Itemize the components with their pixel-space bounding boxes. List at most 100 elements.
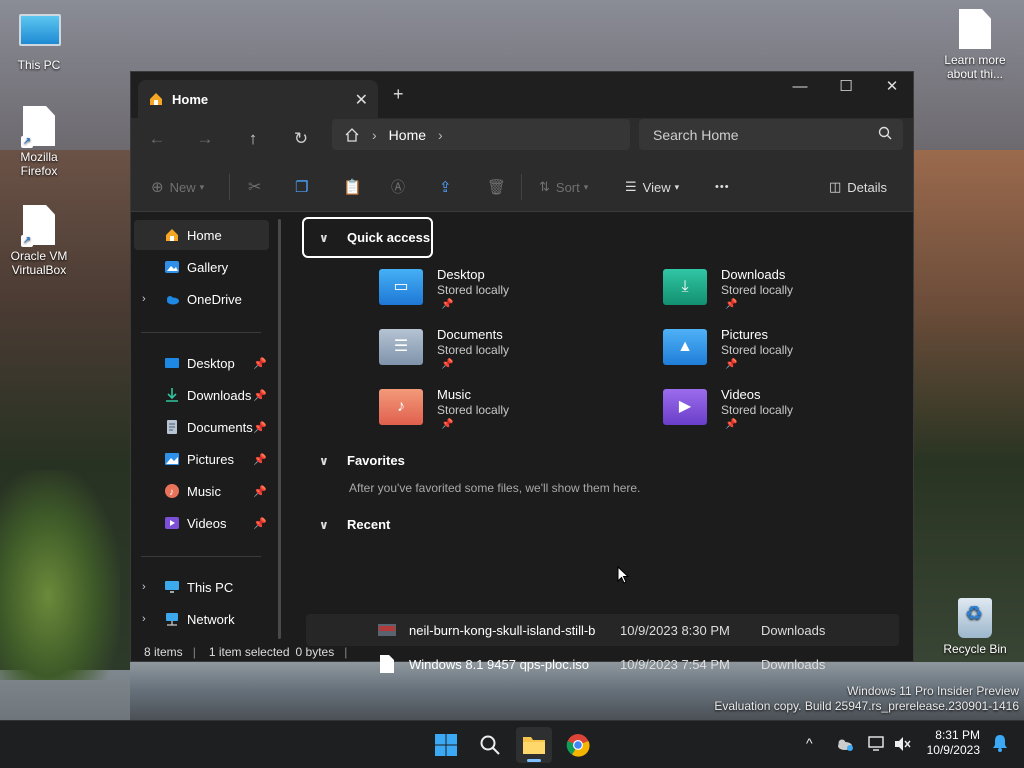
volume-muted-icon[interactable] <box>894 736 912 752</box>
item-count: 8 items <box>144 645 183 659</box>
favorites-header[interactable]: ∨ Favorites <box>319 453 405 468</box>
folder-status: Stored locally <box>437 343 510 357</box>
up-button[interactable]: ↑ <box>239 126 267 152</box>
file-explorer-taskbar-button[interactable] <box>516 727 552 763</box>
quick-access-item-pictures[interactable]: ▲ Pictures Stored locally 📌 <box>663 327 923 383</box>
breadcrumb-home[interactable]: Home <box>389 127 426 143</box>
chevron-down-icon: ▾ <box>199 181 205 192</box>
sidebar-item-home[interactable]: Home <box>134 220 269 250</box>
pin-icon: 📌 <box>253 485 267 498</box>
copy-icon: ❐ <box>295 179 309 196</box>
monitor-icon <box>165 581 179 593</box>
new-tab-button[interactable]: + <box>393 84 404 105</box>
maximize-button[interactable]: ☐ <box>823 72 869 102</box>
sidebar-item-downloads[interactable]: Downloads 📌 <box>134 380 269 410</box>
download-icon <box>166 388 178 402</box>
delete-button[interactable]: 🗑 <box>487 176 506 198</box>
quick-access-header[interactable]: ∨ Quick access <box>319 230 430 245</box>
copy-button[interactable]: ❐ <box>295 176 308 198</box>
windows-logo-icon <box>435 734 457 756</box>
sort-button[interactable]: ⇅ Sort ▾ <box>539 176 588 198</box>
pin-icon: 📌 <box>725 359 738 370</box>
search-input[interactable]: Search Home <box>639 119 903 150</box>
close-window-button[interactable]: ✕ <box>869 72 915 102</box>
chevron-down-icon: ▾ <box>674 181 680 192</box>
refresh-button[interactable]: ↻ <box>287 126 315 152</box>
desktop-icon-virtualbox[interactable]: ↗ Oracle VM VirtualBox <box>4 205 74 277</box>
tab-home[interactable]: Home ✕ <box>138 80 378 118</box>
more-options-button[interactable]: ••• <box>715 176 730 198</box>
status-separator: | <box>192 645 196 659</box>
music-folder-icon: ♪ <box>379 389 423 425</box>
back-button[interactable]: ← <box>143 126 171 152</box>
close-tab-icon[interactable]: ✕ <box>355 90 368 110</box>
expand-chevron-icon[interactable]: › <box>142 581 146 593</box>
rename-button[interactable]: Ⓐ <box>391 176 405 198</box>
quick-access-item-documents[interactable]: ☰ Documents Stored locally 📌 <box>379 327 639 383</box>
cut-button[interactable]: ✂ <box>248 176 261 198</box>
share-button[interactable]: ⇪ <box>439 176 452 198</box>
desktop-icon-this-pc[interactable]: This PC <box>4 10 74 72</box>
chevron-down-icon: ▾ <box>583 181 589 192</box>
recent-header[interactable]: ∨ Recent <box>319 517 390 532</box>
pin-icon: 📌 <box>725 419 738 430</box>
start-button[interactable] <box>428 727 464 763</box>
folder-status: Stored locally <box>721 403 794 417</box>
clock-date: 10/9/2023 <box>926 743 980 757</box>
view-list-icon: ☰ <box>625 179 637 194</box>
folder-status: Stored locally <box>721 283 794 297</box>
new-button[interactable]: ⊕ New ▾ <box>151 176 204 198</box>
selection-size: 0 bytes <box>295 645 335 659</box>
expand-chevron-icon[interactable]: › <box>142 293 146 305</box>
sidebar-item-this-pc[interactable]: › This PC <box>134 572 269 602</box>
watermark-line: Evaluation copy. Build 25947.rs_prerelea… <box>714 699 1019 713</box>
gallery-icon <box>165 261 179 273</box>
pin-icon: 📌 <box>253 389 267 402</box>
music-icon: ♪ <box>165 484 179 498</box>
quick-access-item-downloads[interactable]: ⤓ Downloads Stored locally 📌 <box>663 267 923 323</box>
sidebar-item-network[interactable]: › Network <box>134 604 269 634</box>
desktop-icon-label: Learn more about thi... <box>944 53 1006 81</box>
desktop-icon-label: This PC <box>17 58 61 72</box>
tab-label: Home <box>172 91 209 107</box>
network-status-icon[interactable] <box>868 736 886 752</box>
sidebar-item-music[interactable]: ♪ Music 📌 <box>134 476 269 506</box>
sidebar-item-videos[interactable]: Videos 📌 <box>134 508 269 538</box>
desktop-folder-icon <box>165 358 179 368</box>
search-taskbar-button[interactable] <box>472 727 508 763</box>
chrome-taskbar-button[interactable] <box>560 727 596 763</box>
onedrive-status-icon[interactable] <box>836 736 854 752</box>
details-button[interactable]: ◫ Details <box>829 176 887 198</box>
file-icon <box>955 9 995 49</box>
sidebar-item-gallery[interactable]: Gallery <box>134 252 269 282</box>
desktop-folder-icon: ▭ <box>379 269 423 305</box>
desktop-icon-learn-more[interactable]: Learn more about thi... <box>940 9 1010 81</box>
svg-text:♪: ♪ <box>169 487 174 498</box>
view-button[interactable]: ☰ View ▾ <box>625 176 679 198</box>
navigation-pane: Home Gallery › OneDrive Desktop 📌 Downlo… <box>131 213 291 643</box>
sidebar-item-onedrive[interactable]: › OneDrive <box>134 284 269 314</box>
chrome-icon <box>566 734 590 757</box>
quick-access-item-videos[interactable]: ▶ Videos Stored locally 📌 <box>663 387 923 443</box>
pin-icon: 📌 <box>253 517 267 530</box>
breadcrumb-separator[interactable]: › <box>438 127 443 143</box>
paste-button[interactable]: 📋 <box>343 176 362 198</box>
notification-bell-icon[interactable] <box>992 734 1008 752</box>
minimize-button[interactable]: — <box>777 72 823 102</box>
address-bar[interactable]: › Home › <box>332 119 630 150</box>
quick-access-item-music[interactable]: ♪ Music Stored locally 📌 <box>379 387 639 443</box>
desktop-icon-recycle-bin[interactable]: Recycle Bin <box>940 598 1010 656</box>
sidebar-item-pictures[interactable]: Pictures 📌 <box>134 444 269 474</box>
desktop-icon-firefox[interactable]: ↗ Mozilla Firefox <box>4 106 74 178</box>
pin-icon: 📌 <box>253 421 267 434</box>
search-icon <box>878 126 892 140</box>
forward-button[interactable]: → <box>191 126 219 152</box>
quick-access-item-desktop[interactable]: ▭ Desktop Stored locally 📌 <box>379 267 639 323</box>
show-hidden-icons-button[interactable]: ^ <box>806 735 813 751</box>
sidebar-scrollbar[interactable] <box>278 219 281 639</box>
sidebar-item-documents[interactable]: Documents 📌 <box>134 412 269 442</box>
expand-chevron-icon[interactable]: › <box>142 613 146 625</box>
system-clock[interactable]: 8:31 PM 10/9/2023 <box>927 728 980 758</box>
sidebar-item-desktop[interactable]: Desktop 📌 <box>134 348 269 378</box>
section-title: Recent <box>347 517 391 532</box>
